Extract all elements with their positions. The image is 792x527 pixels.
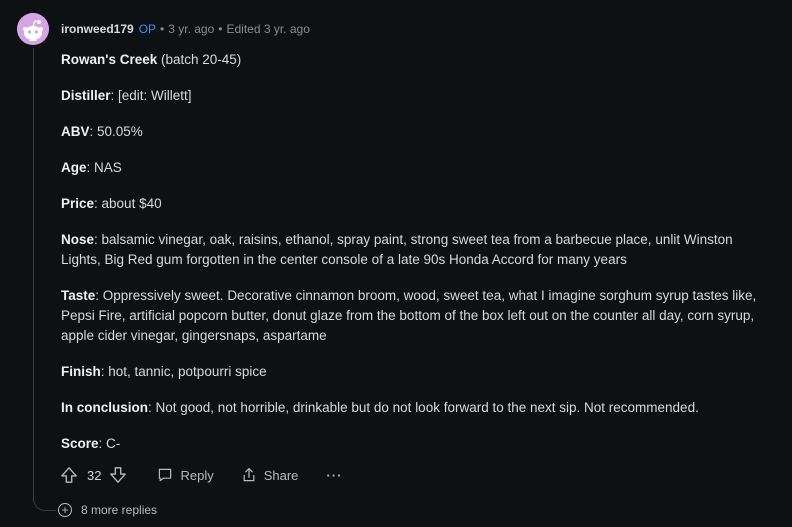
comment-body: Rowan's Creek (batch 20-45) Distiller: [… xyxy=(61,50,773,470)
field-value: : 50.05% xyxy=(89,124,143,139)
paragraph-score: Score: C- xyxy=(61,434,773,454)
paragraph-conclusion: In conclusion: Not good, not horrible, d… xyxy=(61,398,773,418)
paragraph-finish: Finish: hot, tannic, potpourri spice xyxy=(61,362,773,382)
field-label: ABV xyxy=(61,124,90,139)
more-replies-button[interactable]: + 8 more replies xyxy=(58,501,157,519)
share-arrow-icon xyxy=(243,468,255,482)
upvote-arrow-icon xyxy=(61,467,77,483)
snoo-avatar-icon xyxy=(17,13,49,45)
field-value: : [edit: Willett] xyxy=(110,88,192,103)
field-label: Rowan's Creek xyxy=(61,52,158,67)
op-badge: OP xyxy=(138,22,157,36)
share-label: Share xyxy=(263,467,299,483)
field-label: Taste xyxy=(61,288,96,303)
paragraph-nose: Nose: balsamic vinegar, oak, raisins, et… xyxy=(61,230,773,270)
more-options-button[interactable]: ··· xyxy=(326,468,342,483)
paragraph-distiller: Distiller: [edit: Willett] xyxy=(61,86,773,106)
paragraph-taste: Taste: Oppressively sweet. Decorative ci… xyxy=(61,286,773,346)
comment: ironweed179 OP • 3 yr. ago • Edited 3 yr… xyxy=(0,0,792,527)
field-label: Score xyxy=(61,436,99,451)
reply-label: Reply xyxy=(180,467,214,483)
paragraph-product: Rowan's Creek (batch 20-45) xyxy=(61,50,773,70)
thread-line[interactable] xyxy=(33,48,34,501)
plus-circle-icon: + xyxy=(58,503,72,517)
vote-count: 32 xyxy=(87,467,102,483)
avatar[interactable] xyxy=(17,13,49,45)
upvote-button[interactable] xyxy=(60,466,78,484)
field-value: : Not good, not horrible, drinkable but … xyxy=(148,400,699,415)
field-label: Age xyxy=(61,160,87,175)
paragraph-abv: ABV: 50.05% xyxy=(61,122,773,142)
username-link[interactable]: ironweed179 xyxy=(61,22,134,36)
thread-connector xyxy=(33,486,56,511)
downvote-arrow-icon xyxy=(110,467,127,483)
field-label: Price xyxy=(61,196,95,211)
reply-button[interactable]: Reply xyxy=(157,467,214,483)
field-label: Finish xyxy=(61,364,101,379)
separator-dot: • xyxy=(218,22,223,36)
field-label: Distiller xyxy=(61,88,111,103)
field-label: In conclusion xyxy=(61,400,149,415)
field-label: Nose xyxy=(61,232,95,247)
field-value: : C- xyxy=(98,436,121,451)
field-value: : NAS xyxy=(86,160,122,175)
field-value: : balsamic vinegar, oak, raisins, ethano… xyxy=(61,232,733,267)
field-value: (batch 20-45) xyxy=(157,52,242,67)
speech-bubble-icon xyxy=(159,468,172,482)
comment-actions: 32 Reply Share ··· xyxy=(60,464,342,486)
paragraph-age: Age: NAS xyxy=(61,158,773,178)
edited-timestamp: Edited 3 yr. ago xyxy=(226,22,310,36)
paragraph-price: Price: about $40 xyxy=(61,194,773,214)
timestamp[interactable]: 3 yr. ago xyxy=(168,22,214,36)
field-value: : about $40 xyxy=(94,196,162,211)
comment-meta: ironweed179 OP • 3 yr. ago • Edited 3 yr… xyxy=(61,20,310,38)
more-replies-label: 8 more replies xyxy=(81,503,158,517)
share-button[interactable]: Share xyxy=(241,467,299,483)
field-value: : hot, tannic, potpourri spice xyxy=(100,364,267,379)
downvote-button[interactable] xyxy=(109,466,127,484)
separator-dot: • xyxy=(160,22,165,36)
field-value: : Oppressively sweet. Decorative cinnamo… xyxy=(61,288,757,343)
